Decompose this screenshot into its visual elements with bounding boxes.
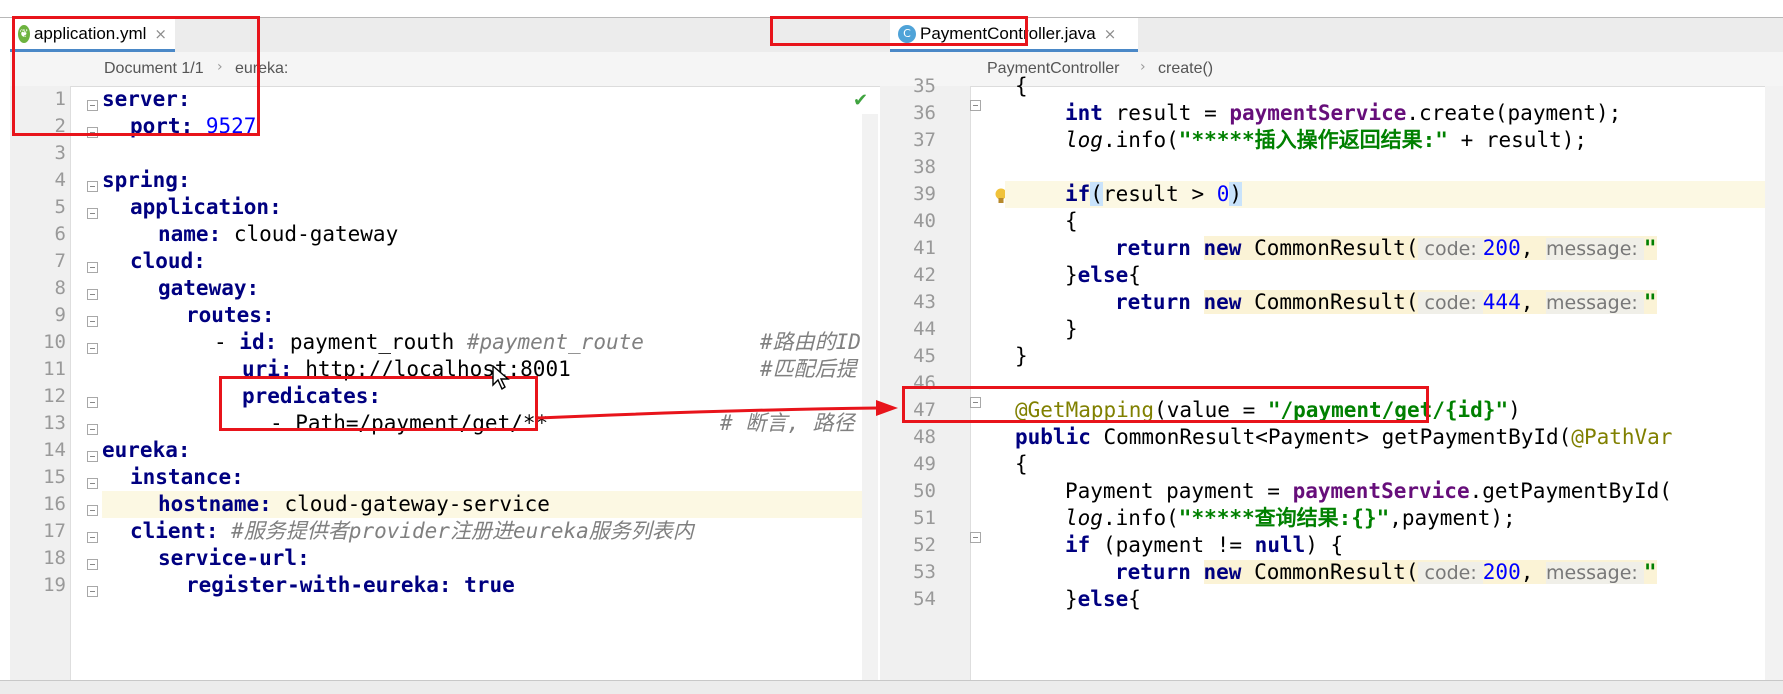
code-line: } <box>1015 344 1028 368</box>
code-line: return new CommonResult( code: 200, mess… <box>1115 236 1657 260</box>
line-number: 48 <box>913 426 936 448</box>
code-line: log.info("*****插入操作返回结果:" + result); <box>1065 128 1588 152</box>
annotation-box-server-port <box>12 16 260 136</box>
line-number: 36 <box>913 102 936 124</box>
line-number: 42 <box>913 264 936 286</box>
code-line: application: <box>130 195 282 219</box>
code-line: log.info("*****查询结果:{}",payment); <box>1065 506 1516 530</box>
fold-marker-icon[interactable] <box>87 262 98 273</box>
code-line: - id: payment_routh #payment_route <box>214 330 644 354</box>
line-number: 4 <box>54 169 66 191</box>
line-number: 19 <box>43 574 66 596</box>
code-line: if (payment != null) { <box>1065 533 1344 557</box>
fold-marker-icon[interactable] <box>87 559 98 570</box>
window-bottom-border <box>0 680 1783 694</box>
code-line: return new CommonResult( code: 444, mess… <box>1115 290 1657 314</box>
line-number: 10 <box>43 331 66 353</box>
line-number: 54 <box>913 588 936 610</box>
code-line: public CommonResult<Payment> getPaymentB… <box>1015 425 1673 449</box>
line-number: 40 <box>913 210 936 232</box>
line-number: 18 <box>43 547 66 569</box>
ide-screenshot: ❦ application.yml × Document 1/1 › eurek… <box>0 0 1783 694</box>
fold-marker-icon[interactable] <box>87 532 98 543</box>
breadcrumb-class[interactable]: PaymentController <box>987 60 1120 78</box>
fold-marker-icon[interactable] <box>87 478 98 489</box>
line-number: 16 <box>43 493 66 515</box>
fold-marker-icon[interactable] <box>970 100 981 111</box>
code-line: client: #服务提供者provider注册进eureka服务列表内 <box>130 519 694 543</box>
chevron-right-icon: › <box>1140 59 1146 75</box>
line-number: 15 <box>43 466 66 488</box>
line-number: 37 <box>913 129 936 151</box>
code-line: name: cloud-gateway <box>158 222 399 246</box>
line-number: 43 <box>913 291 936 313</box>
right-code-area[interactable]: { int result = paymentService.create(pay… <box>1005 74 1783 680</box>
code-line: hostname: cloud-gateway-service <box>158 492 550 516</box>
fold-marker-icon[interactable] <box>87 208 98 219</box>
code-line: Payment payment = paymentService.getPaym… <box>1065 479 1672 503</box>
code-line: if(result > 0) <box>1065 182 1243 206</box>
code-line: } <box>1065 317 1078 341</box>
code-comment: # 断言, 路径 <box>720 411 855 435</box>
code-line: int result = paymentService.create(payme… <box>1065 101 1622 125</box>
code-line: }else{ <box>1065 263 1141 287</box>
fold-marker-icon[interactable] <box>87 505 98 516</box>
line-number: 8 <box>54 277 66 299</box>
fold-marker-icon[interactable] <box>87 343 98 354</box>
code-comment: #匹配后提 <box>760 357 857 381</box>
line-number: 44 <box>913 318 936 340</box>
line-number: 49 <box>913 453 936 475</box>
line-number: 38 <box>913 156 936 178</box>
line-number: 13 <box>43 412 66 434</box>
fold-marker-icon[interactable] <box>87 451 98 462</box>
code-line: }else{ <box>1065 587 1141 611</box>
line-number: 12 <box>43 385 66 407</box>
line-number: 5 <box>54 196 66 218</box>
fold-marker-icon[interactable] <box>87 397 98 408</box>
fold-marker-icon[interactable] <box>87 586 98 597</box>
line-number: 51 <box>913 507 936 529</box>
mouse-cursor-icon <box>492 365 510 391</box>
fold-marker-icon[interactable] <box>87 289 98 300</box>
fold-marker-icon[interactable] <box>970 532 981 543</box>
code-line: { <box>1015 452 1028 476</box>
annotation-box-predicates <box>219 376 538 431</box>
fold-marker-icon[interactable] <box>87 316 98 327</box>
line-number-gutter: 35 36 37 38 39 40 41 42 43 44 45 46 47 4… <box>880 75 971 680</box>
close-icon[interactable]: × <box>1104 25 1117 43</box>
line-number: 17 <box>43 520 66 542</box>
line-number: 52 <box>913 534 936 556</box>
code-line: service-url: <box>158 546 310 570</box>
annotation-box-controller-tab <box>770 16 1028 46</box>
line-number: 14 <box>43 439 66 461</box>
code-line: { <box>1015 74 1028 98</box>
code-line: instance: <box>130 465 244 489</box>
code-line: routes: <box>186 303 275 327</box>
code-line: { <box>1065 209 1078 233</box>
right-editor-pane: C PaymentController.java × PaymentContro… <box>880 18 1783 680</box>
fold-marker-icon[interactable] <box>87 181 98 192</box>
line-number: 50 <box>913 480 936 502</box>
line-number: 39 <box>913 183 936 205</box>
line-number: 3 <box>54 142 66 164</box>
line-number: 9 <box>54 304 66 326</box>
code-line: gateway: <box>158 276 260 300</box>
code-line: spring: <box>102 168 191 192</box>
line-number: 6 <box>54 223 66 245</box>
code-line: eureka: <box>102 438 191 462</box>
line-number-gutter: 1 2 3 4 5 6 7 8 9 10 11 12 13 14 15 16 1… <box>10 86 71 680</box>
line-number: 45 <box>913 345 936 367</box>
fold-marker-icon[interactable] <box>87 424 98 435</box>
code-line: cloud: <box>130 249 206 273</box>
code-comment: #路由的ID <box>760 330 861 354</box>
line-number: 53 <box>913 561 936 583</box>
breadcrumb-method[interactable]: create() <box>1158 60 1213 78</box>
code-line: register-with-eureka: true <box>186 573 515 597</box>
line-number: 11 <box>43 358 66 380</box>
line-number: 41 <box>913 237 936 259</box>
annotation-box-getmapping <box>902 386 1429 423</box>
line-number: 35 <box>913 75 936 97</box>
code-line: return new CommonResult( code: 200, mess… <box>1115 560 1657 584</box>
line-number: 7 <box>54 250 66 272</box>
